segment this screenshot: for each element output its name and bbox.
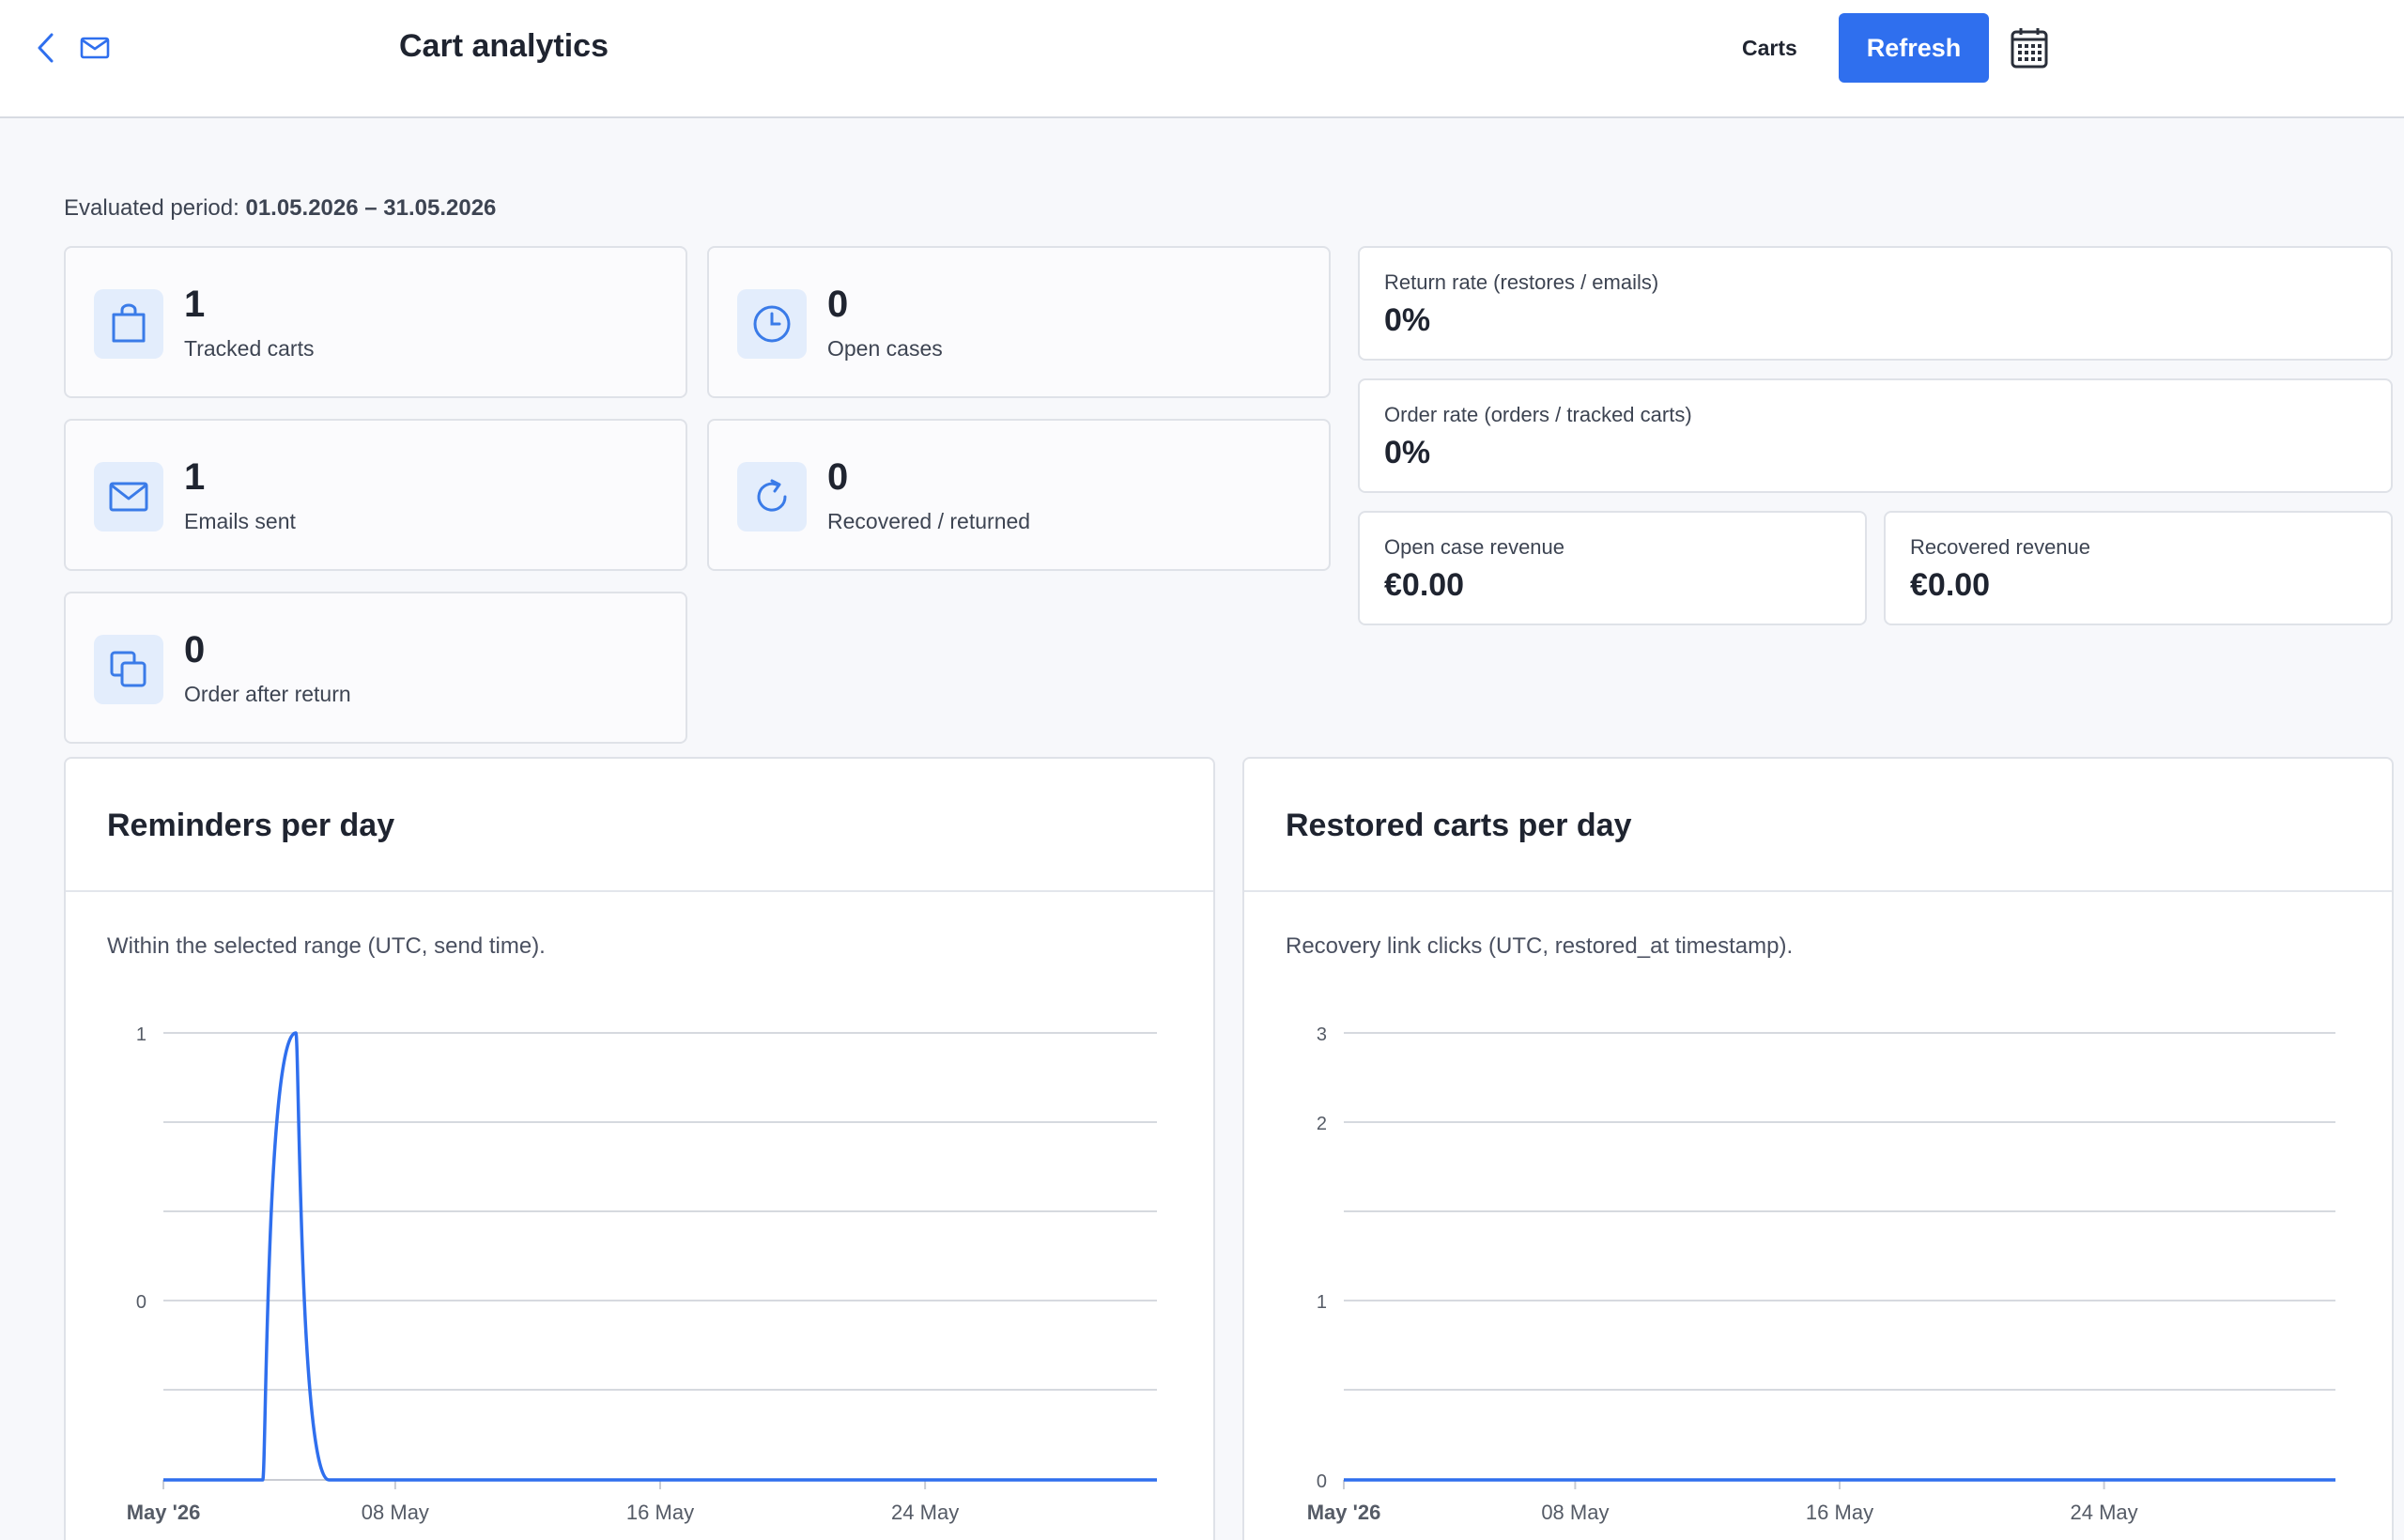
metric-label: Order rate (orders / tracked carts) <box>1384 403 1692 426</box>
mail-icon <box>94 462 163 531</box>
metric-label: Recovered revenue <box>1910 535 2091 559</box>
restored-chart-panel: Restored carts per day Recovery link cli… <box>1242 757 2394 1540</box>
open-case-revenue-card: Open case revenue €0.00 <box>1358 511 1867 625</box>
y-tick-label: 0 <box>1317 1471 1327 1492</box>
x-tick-label: 16 May <box>1806 1501 1873 1524</box>
stat-card-recovered: 0 Recovered / returned <box>707 419 1331 571</box>
period-value: 01.05.2026 – 31.05.2026 <box>245 195 497 221</box>
refresh-button[interactable]: Refresh <box>1839 13 1989 83</box>
metric-label: Open case revenue <box>1384 535 1565 559</box>
x-tick-label: May '26 <box>127 1501 201 1524</box>
y-tick-label: 1 <box>136 1024 146 1045</box>
recovered-revenue-card: Recovered revenue €0.00 <box>1884 511 2393 625</box>
x-tick-label: 24 May <box>891 1501 959 1524</box>
shopping-bag-icon <box>94 289 163 359</box>
stat-card-emails-sent: 1 Emails sent <box>64 419 687 571</box>
stat-value: 1 <box>184 456 206 498</box>
stat-label: Tracked carts <box>184 336 315 361</box>
stat-card-tracked-carts: 1 Tracked carts <box>64 246 687 398</box>
x-tick-label: 08 May <box>1541 1501 1609 1524</box>
stat-card-open-cases: 0 Open cases <box>707 246 1331 398</box>
stat-value: 1 <box>184 284 206 325</box>
series-line <box>163 1031 1157 1482</box>
metric-value: €0.00 <box>1384 567 1465 603</box>
stat-label: Order after return <box>184 682 351 706</box>
restored-line-chart: 3 2 1 0 May '26 08 May 16 May 24 May <box>1307 1024 2335 1524</box>
x-tick-label: 08 May <box>362 1501 429 1524</box>
y-tick-label: 3 <box>1317 1024 1327 1045</box>
top-bar: Cart analytics Carts Refresh <box>0 0 2404 118</box>
order-rate-card: Order rate (orders / tracked carts) 0% <box>1358 378 2393 493</box>
stat-value: 0 <box>827 284 849 325</box>
stat-value: 0 <box>827 456 849 498</box>
mail-icon[interactable] <box>75 28 115 68</box>
y-tick-label: 2 <box>1317 1114 1327 1134</box>
clock-icon <box>737 289 807 359</box>
calendar-icon[interactable] <box>2008 24 2051 71</box>
stat-label: Recovered / returned <box>827 509 1031 533</box>
carts-link[interactable]: Carts <box>1742 36 1797 61</box>
reminders-line-chart: 1 0 May '26 08 May 16 May 24 May <box>127 1024 1157 1524</box>
evaluated-period: Evaluated period: 01.05.2026 – 31.05.202… <box>64 195 496 222</box>
metric-label: Return rate (restores / emails) <box>1384 270 1659 294</box>
metric-value: 0% <box>1384 435 1431 470</box>
copy-icon <box>94 635 163 704</box>
x-tick-label: 16 May <box>626 1501 694 1524</box>
refresh-icon <box>737 462 807 531</box>
reminders-chart-panel: Reminders per day Within the selected ra… <box>64 757 1215 1540</box>
metric-value: 0% <box>1384 302 1431 338</box>
stat-value: 0 <box>184 629 206 670</box>
stat-card-order-after-return: 0 Order after return <box>64 592 687 744</box>
period-label: Evaluated period: <box>64 195 239 221</box>
stat-label: Open cases <box>827 336 943 361</box>
stat-label: Emails sent <box>184 509 296 533</box>
x-tick-label: May '26 <box>1307 1501 1381 1524</box>
y-tick-label: 0 <box>136 1292 146 1313</box>
y-tick-label: 1 <box>1317 1292 1327 1313</box>
x-tick-label: 24 May <box>2071 1501 2138 1524</box>
page-title: Cart analytics <box>399 28 609 64</box>
back-chevron-icon[interactable] <box>26 28 64 68</box>
metric-value: €0.00 <box>1910 567 1991 603</box>
return-rate-card: Return rate (restores / emails) 0% <box>1358 246 2393 361</box>
